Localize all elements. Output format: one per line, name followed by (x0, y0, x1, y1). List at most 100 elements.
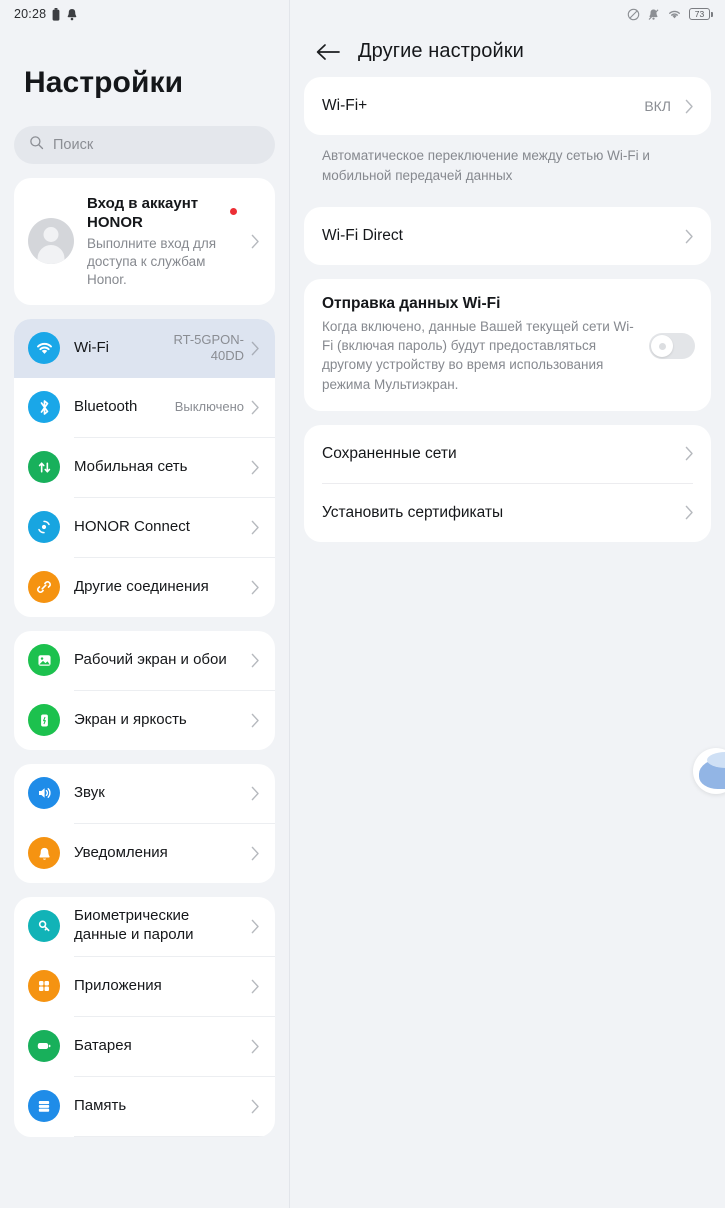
sidebar-item-label: Рабочий экран и обои (74, 650, 227, 668)
sidebar-group-connections: Wi-Fi RT-5GPON-40DD Bluetooth Выключено (14, 318, 275, 617)
chevron-right-icon (685, 505, 697, 520)
search-placeholder: Поиск (53, 137, 94, 153)
chevron-right-icon (251, 979, 263, 994)
sidebar-item-label: Звук (74, 783, 105, 801)
chevron-right-icon (251, 919, 263, 934)
divider (74, 1135, 275, 1137)
chevron-right-icon (251, 653, 263, 668)
link-icon (28, 571, 60, 604)
sidebar-item-other-connections[interactable]: Другие соединения (14, 558, 275, 617)
chevron-right-icon (251, 234, 263, 249)
install-certificates-label: Установить сертификаты (322, 503, 504, 521)
wifi-plus-label: Wi-Fi+ (322, 97, 368, 114)
wifi-data-sharing-text: Отправка данных Wi-Fi Когда включено, да… (322, 295, 649, 394)
sidebar-item-label: Батарея (74, 1036, 132, 1054)
sidebar-item-label: Другие соединения (74, 577, 209, 595)
sidebar-item-apps[interactable]: Приложения (14, 957, 275, 1016)
chevron-right-icon (685, 229, 697, 244)
wifi-data-sharing-row: Отправка данных Wi-Fi Когда включено, да… (304, 279, 711, 411)
sidebar-group-system: Биометрические данные и пароли Приложени… (14, 896, 275, 1137)
account-row[interactable]: Вход в аккаунт HONOR Выполните вход для … (14, 178, 275, 305)
wifi-data-sharing-body: Когда включено, данные Вашей текущей сет… (322, 319, 634, 392)
apps-grid-icon (28, 970, 60, 1003)
saved-networks-label: Сохраненные сети (322, 444, 457, 462)
back-arrow-icon[interactable] (316, 43, 340, 61)
detail-pane: Другие настройки Wi-Fi+ ВКЛ Автоматическ… (290, 0, 725, 1208)
chevron-right-icon (685, 99, 697, 114)
wifi-plus-card[interactable]: Wi-Fi+ ВКЛ (304, 77, 711, 135)
sidebar-item-home-screen-wallpaper[interactable]: Рабочий экран и обои (14, 631, 275, 690)
chevron-right-icon (251, 400, 263, 415)
install-certificates-row[interactable]: Установить сертификаты (304, 484, 711, 542)
wifi-plus-description: Автоматическое переключение между сетью … (322, 148, 650, 183)
wallpaper-icon (28, 644, 60, 677)
wifi-data-sharing-title: Отправка данных Wi-Fi (322, 295, 501, 313)
chevron-right-icon (251, 1039, 263, 1054)
sidebar-item-mobile-network[interactable]: Мобильная сеть (14, 438, 275, 497)
battery-icon (28, 1030, 60, 1063)
bluetooth-icon (28, 391, 60, 424)
detail-header: Другие настройки (304, 0, 711, 63)
sidebar-item-label: Экран и яркость (74, 710, 187, 728)
wifi-direct-card[interactable]: Wi-Fi Direct (304, 207, 711, 266)
avatar (28, 218, 74, 265)
sidebar-group-display: Рабочий экран и обои Экран и яркость (14, 630, 275, 750)
wifi-data-sharing-card: Отправка данных Wi-Fi Когда включено, да… (304, 279, 711, 411)
sidebar-item-bluetooth[interactable]: Bluetooth Выключено (14, 378, 275, 437)
bell-icon (28, 837, 60, 870)
networks-card: Сохраненные сети Установить сертификаты (304, 424, 711, 542)
sidebar-item-battery[interactable]: Батарея (14, 1017, 275, 1076)
sidebar-item-notifications[interactable]: Уведомления (14, 824, 275, 883)
sidebar-item-honor-connect[interactable]: HONOR Connect (14, 498, 275, 557)
account-subtitle: Выполните вход для доступа к службам Hon… (87, 236, 217, 287)
settings-sidebar: Настройки Поиск Вход в аккаунт HONOR Вып… (0, 0, 290, 1208)
floating-widget[interactable] (693, 748, 725, 794)
sidebar-item-label: Биометрические данные и пароли (74, 907, 194, 944)
wifi-direct-label: Wi-Fi Direct (322, 227, 403, 245)
sidebar-item-label: Уведомления (74, 843, 168, 861)
sidebar-item-wifi[interactable]: Wi-Fi RT-5GPON-40DD (14, 318, 275, 378)
storage-icon (28, 1090, 60, 1123)
mobile-data-icon (28, 451, 60, 484)
chevron-right-icon (251, 846, 263, 861)
chevron-right-icon (251, 713, 263, 728)
sidebar-group-sound: Звук Уведомления (14, 763, 275, 883)
sidebar-item-value: RT-5GPON-40DD (173, 331, 244, 364)
sidebar-item-label: Память (74, 1096, 127, 1114)
wifi-data-sharing-toggle[interactable] (649, 333, 695, 360)
wifi-icon (28, 332, 60, 365)
wifi-plus-row[interactable]: Wi-Fi+ ВКЛ (304, 77, 711, 135)
account-title: Вход в аккаунт HONOR (87, 195, 199, 232)
detail-title: Другие настройки (358, 40, 524, 62)
chevron-right-icon (251, 520, 263, 535)
sidebar-item-label: HONOR Connect (74, 517, 190, 535)
settings-screen: 20:28 73 Настройки Поиск Вход в аккаунт … (0, 0, 725, 1208)
chevron-right-icon (251, 786, 263, 801)
speaker-icon (28, 777, 60, 810)
wifi-direct-row[interactable]: Wi-Fi Direct (304, 207, 711, 265)
search-input[interactable]: Поиск (14, 126, 275, 164)
sidebar-item-label: Bluetooth (74, 397, 138, 415)
sidebar-item-sound[interactable]: Звук (14, 764, 275, 823)
page-title: Настройки (24, 66, 184, 99)
sidebar-item-label: Мобильная сеть (74, 457, 188, 475)
chevron-right-icon (251, 460, 263, 475)
account-card[interactable]: Вход в аккаунт HONOR Выполните вход для … (14, 178, 275, 305)
brightness-icon (28, 704, 60, 737)
sidebar-item-display-brightness[interactable]: Экран и яркость (14, 691, 275, 750)
sidebar-item-value: Выключено (174, 398, 244, 414)
chevron-right-icon (685, 446, 697, 461)
sidebar-item-label: Wi-Fi (74, 338, 109, 356)
chevron-right-icon (251, 341, 263, 356)
honor-connect-icon (28, 511, 60, 544)
search-icon (29, 135, 44, 155)
saved-networks-row[interactable]: Сохраненные сети (304, 425, 711, 483)
sidebar-item-storage[interactable]: Память (14, 1077, 275, 1136)
notification-badge (230, 208, 237, 215)
chevron-right-icon (251, 1099, 263, 1114)
sidebar-item-biometrics-passwords[interactable]: Биометрические данные и пароли (14, 897, 275, 956)
sidebar-item-label: Приложения (74, 976, 162, 994)
key-icon (28, 910, 60, 943)
account-text: Вход в аккаунт HONOR Выполните вход для … (74, 194, 244, 289)
chevron-right-icon (251, 580, 263, 595)
